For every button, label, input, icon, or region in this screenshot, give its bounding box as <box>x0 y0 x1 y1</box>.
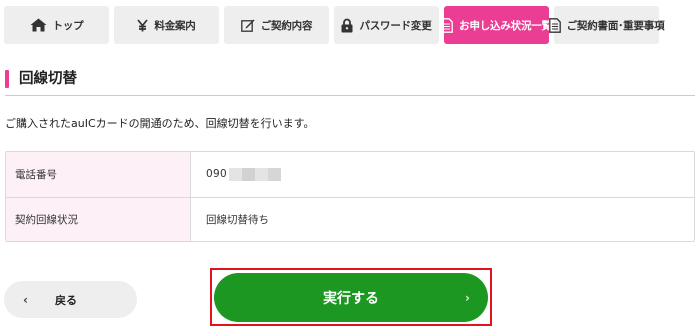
document-icon <box>548 17 561 33</box>
tab-password[interactable]: パスワード変更 <box>334 6 439 44</box>
home-icon <box>30 18 47 32</box>
lock-icon <box>341 18 353 33</box>
page-title: 回線切替 <box>19 71 77 87</box>
tab-pricing[interactable]: 料金案内 <box>114 6 219 44</box>
chevron-right-icon: › <box>465 290 470 305</box>
main-nav: トップ 料金案内 ご契約内容 パスワード変更 お申し込み状況一覧 ご契約書面･重… <box>4 6 665 44</box>
heading-accent-bar <box>5 70 9 88</box>
table-row: 電話番号 090 <box>6 152 694 197</box>
tab-label: パスワード変更 <box>359 19 432 32</box>
tab-application-status[interactable]: お申し込み状況一覧 <box>441 6 552 44</box>
table-row: 契約回線状況 回線切替待ち <box>6 196 694 241</box>
execute-button-label: 実行する <box>323 290 379 307</box>
line-status-value: 回線切替待ち <box>206 213 269 226</box>
back-button-label: 戻る <box>54 293 77 307</box>
page-description: ご購入されたauICカードの開通のため、回線切替を行います。 <box>5 117 315 130</box>
phone-number-label: 電話番号 <box>6 152 191 197</box>
chevron-left-icon: ‹ <box>23 292 28 307</box>
tab-label: トップ <box>52 19 84 32</box>
tab-contract-documents[interactable]: ご契約書面･重要事項 <box>548 6 665 44</box>
execute-button[interactable]: 実行する › <box>214 273 488 322</box>
section-heading: 回線切替 <box>5 68 695 96</box>
redacted-block <box>228 167 281 181</box>
phone-number-value: 090 <box>191 152 694 197</box>
line-status-label: 契約回線状況 <box>6 197 191 241</box>
tab-label: 料金案内 <box>154 19 196 32</box>
back-button[interactable]: ‹ 戻る <box>4 281 137 318</box>
tab-label: ご契約内容 <box>260 19 313 32</box>
tab-top[interactable]: トップ <box>4 6 109 44</box>
edit-icon <box>240 18 255 32</box>
line-info-table: 電話番号 090 契約回線状況 回線切替待ち <box>5 151 695 242</box>
tab-contract[interactable]: ご契約内容 <box>224 6 329 44</box>
document-icon <box>441 17 454 33</box>
yen-icon <box>137 18 149 32</box>
tab-label: お申し込み状況一覧 <box>459 19 552 32</box>
phone-number-prefix: 090 <box>206 168 227 181</box>
tab-label: ご契約書面･重要事項 <box>566 19 665 32</box>
